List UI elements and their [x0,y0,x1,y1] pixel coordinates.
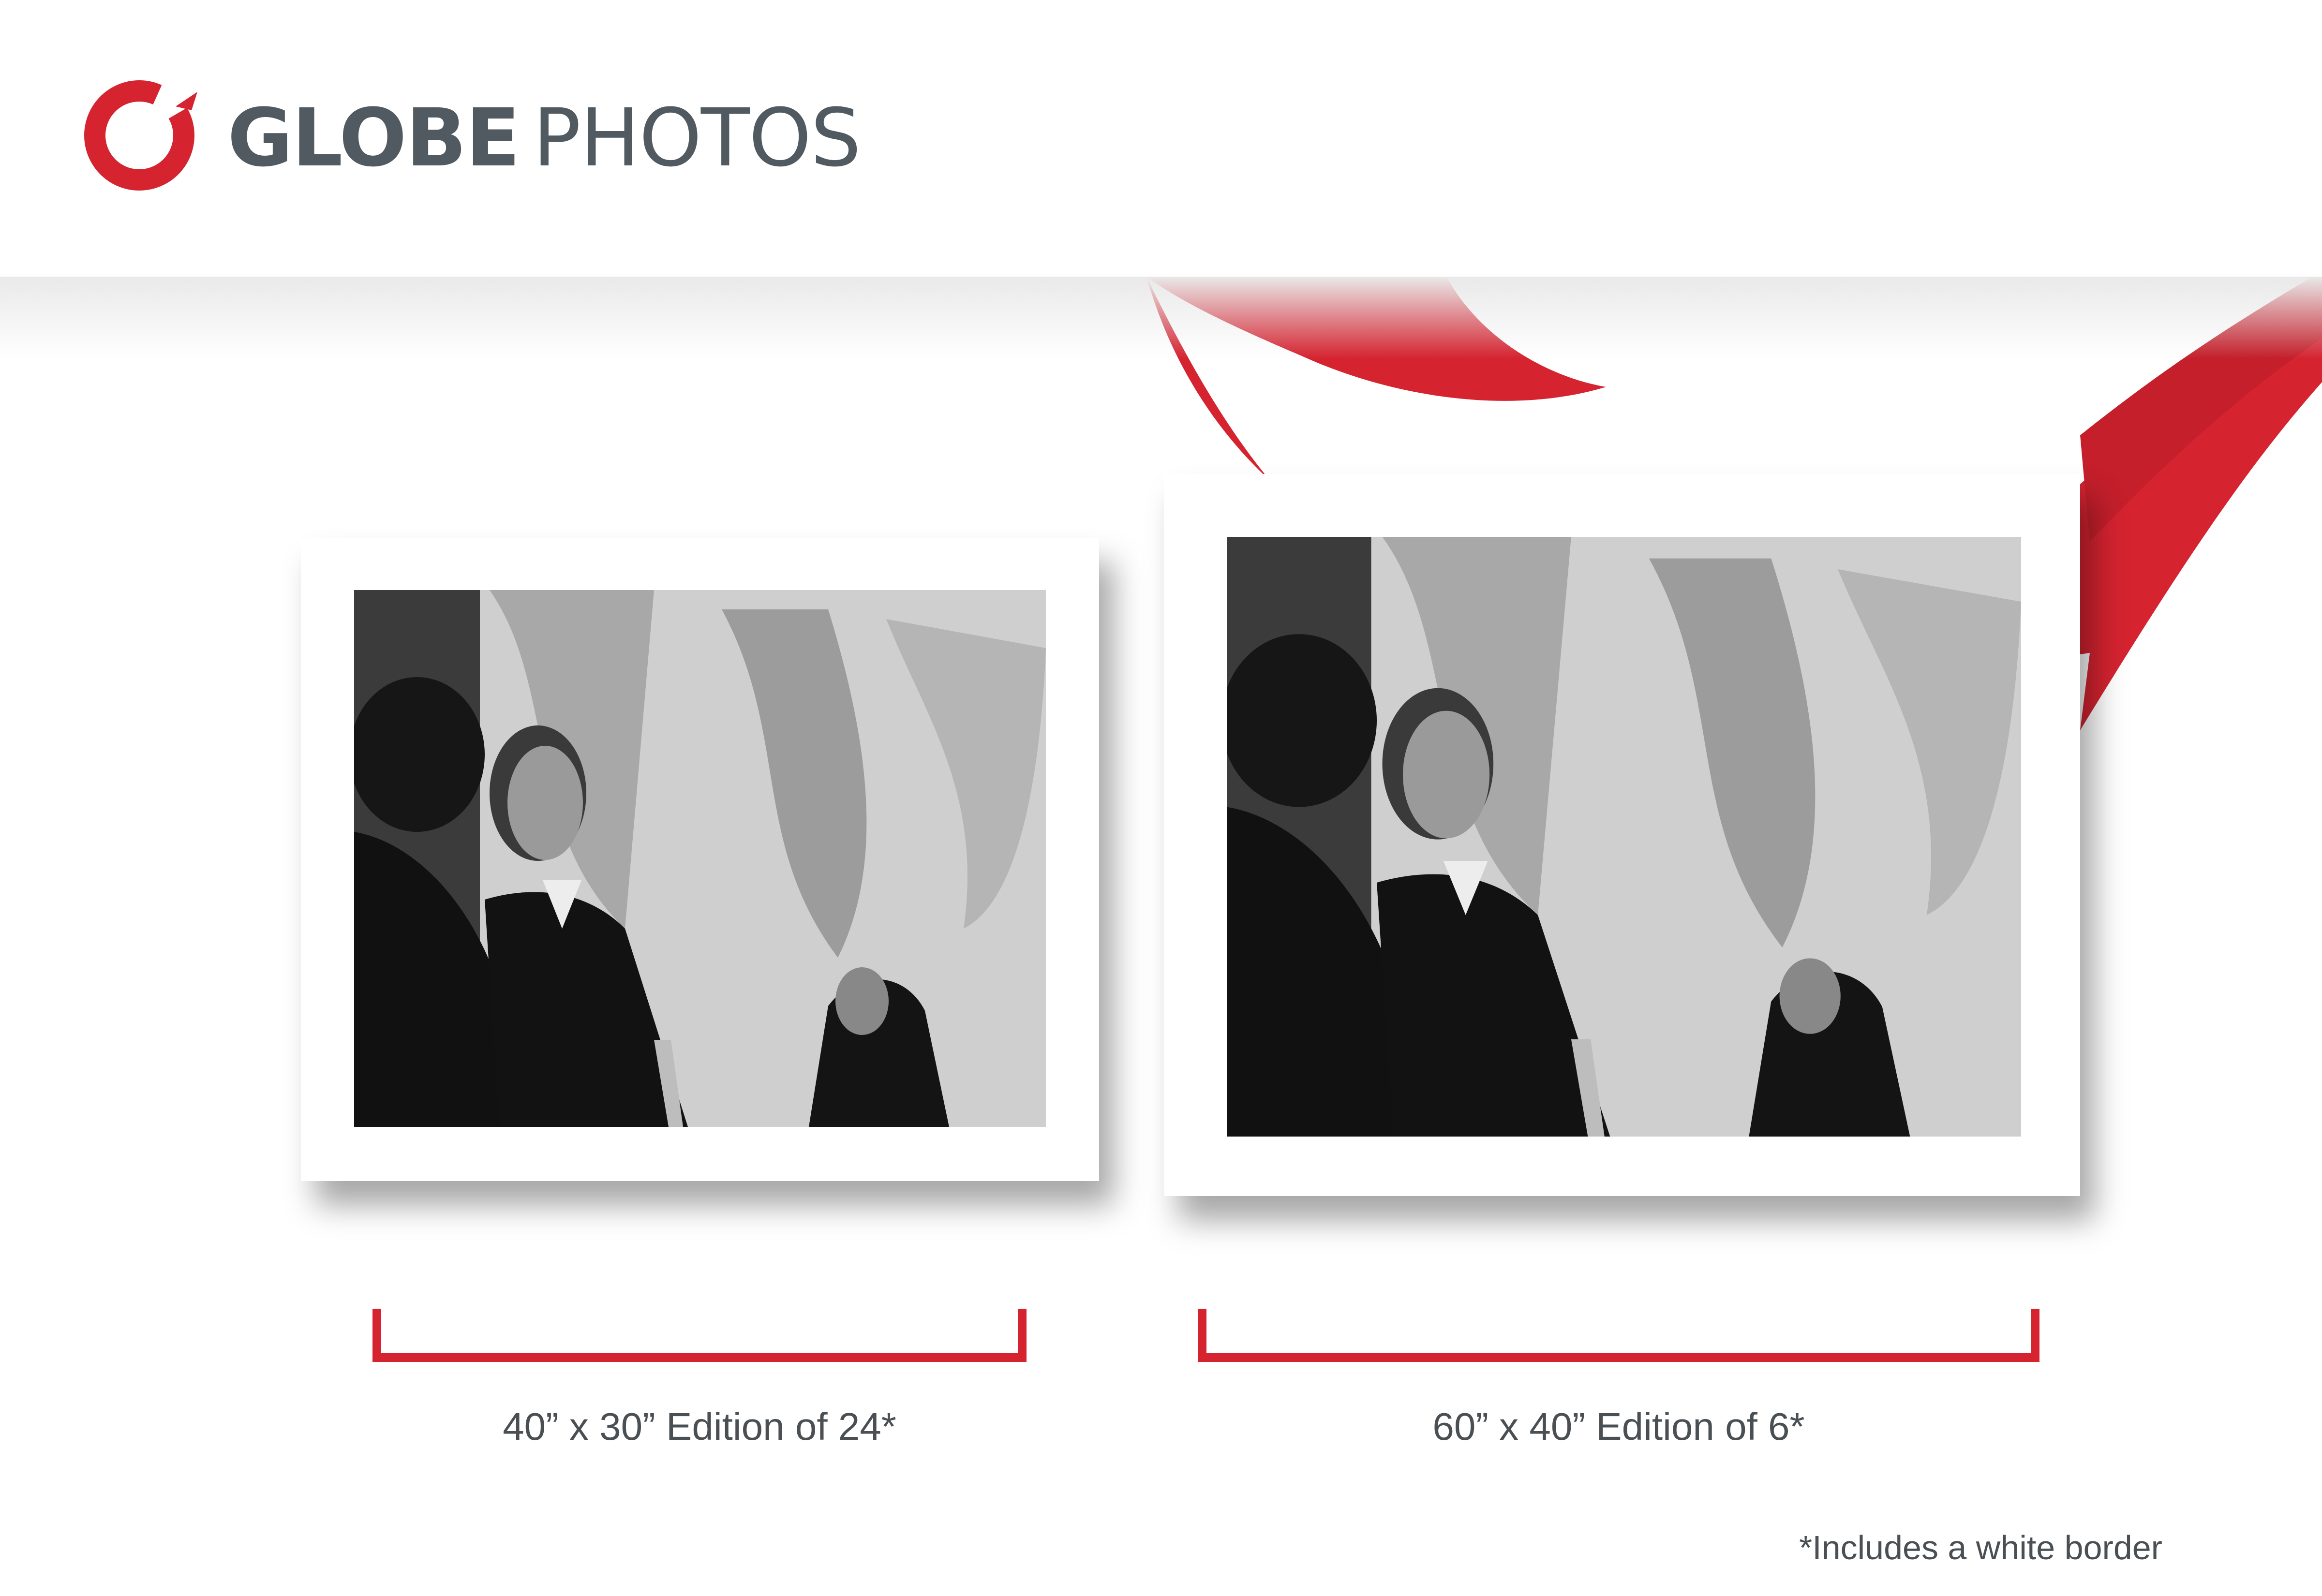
print-40x30 [301,538,1099,1181]
brand-logo-text: GLOBE PHOTOS [227,89,861,186]
print-60x40 [1164,474,2080,1196]
size-bracket-small [372,1309,1027,1362]
header-shadow [0,277,2322,359]
photo-portrait [1227,537,2021,1137]
footnote: *Includes a white border [1799,1529,2162,1566]
red-brush-circle-icon [84,80,197,191]
brand-name-bold: GLOBE [227,91,520,184]
photo-image-icon [1227,537,2021,1137]
print-caption-small: 40” x 30” Edition of 24* [503,1405,896,1448]
brand-name-light: PHOTOS [533,91,861,184]
header: GLOBE PHOTOS [0,0,2322,277]
size-bracket-large [1198,1309,2039,1362]
photo-portrait [354,590,1046,1127]
print-caption-large: 60” x 40” Edition of 6* [1432,1405,1805,1448]
photo-image-icon [354,590,1046,1127]
